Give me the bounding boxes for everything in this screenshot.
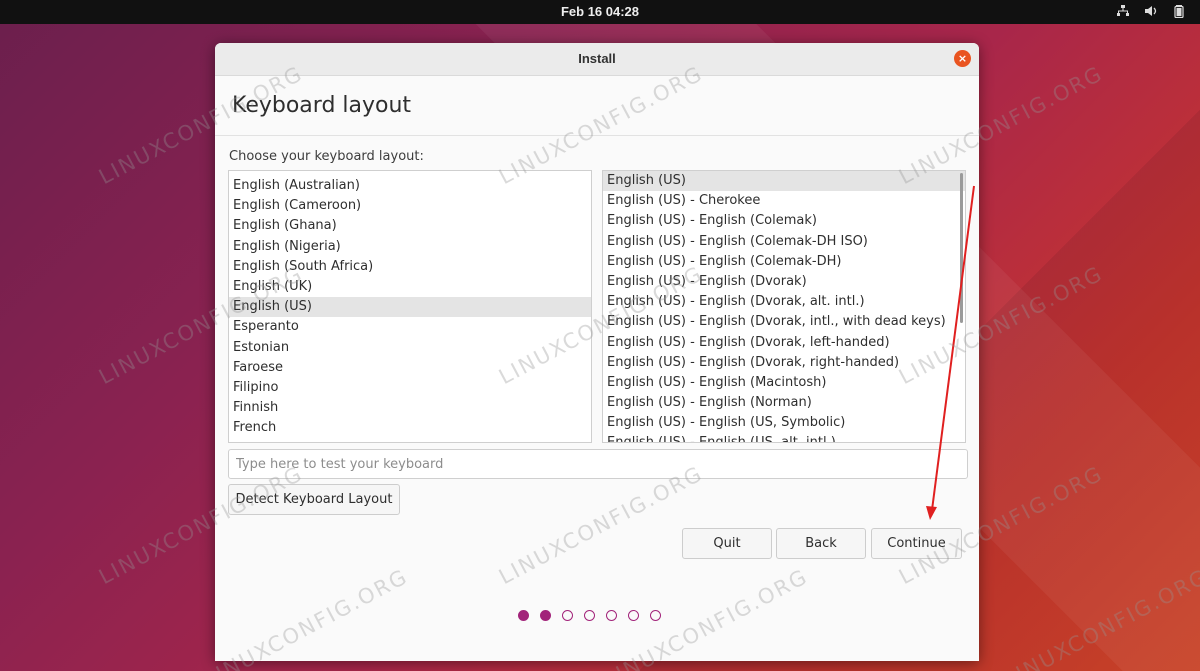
top-bar: Feb 16 04:28: [0, 0, 1200, 24]
page-title: Keyboard layout: [232, 93, 412, 118]
variant-list-item[interactable]: English (US) - English (Dvorak, alt. int…: [603, 292, 965, 312]
quit-button[interactable]: Quit: [682, 528, 772, 559]
variant-list-item[interactable]: English (US) - English (Norman): [603, 393, 965, 413]
layout-list-item[interactable]: English (Cameroon): [229, 196, 591, 216]
variant-list-item[interactable]: English (US) - English (Dvorak, intl., w…: [603, 312, 965, 332]
layout-list-item[interactable]: English (South Africa): [229, 257, 591, 277]
progress-dot: [650, 610, 661, 621]
progress-dot: [584, 610, 595, 621]
layout-list-rows: English (Australian) English (Cameroon) En…: [229, 176, 591, 438]
title-bar[interactable]: Install ×: [215, 43, 979, 76]
detect-layout-button[interactable]: Detect Keyboard Layout: [228, 484, 400, 515]
install-window: Install × Keyboard layout Choose your ke…: [215, 43, 979, 661]
layout-prompt: Choose your keyboard layout:: [229, 149, 424, 164]
progress-dot: [540, 610, 551, 621]
variant-list-item[interactable]: English (US) - English (Dvorak): [603, 272, 965, 292]
watermark-text: LINUXCONFIG.ORG: [1000, 564, 1200, 671]
close-button[interactable]: ×: [954, 50, 971, 67]
variant-list-item[interactable]: English (US) - English (Dvorak, left-han…: [603, 333, 965, 353]
layout-list-item[interactable]: Filipino: [229, 378, 591, 398]
layout-list-item[interactable]: Faroese: [229, 358, 591, 378]
layout-list-item[interactable]: English (UK): [229, 277, 591, 297]
variant-list[interactable]: English (US) English (US) - Cherokee Engli…: [602, 170, 966, 443]
layout-list[interactable]: English (Australian) English (Cameroon) En…: [228, 170, 592, 443]
variant-list-item[interactable]: English (US) - Cherokee: [603, 191, 965, 211]
clock[interactable]: Feb 16 04:28: [0, 4, 1200, 19]
variant-list-item[interactable]: English (US) - English (Colemak-DH): [603, 252, 965, 272]
window-title: Install: [578, 51, 616, 66]
network-icon[interactable]: [1116, 4, 1130, 18]
variant-list-item[interactable]: English (US) - English (Colemak): [603, 211, 965, 231]
variant-list-item[interactable]: English (US): [603, 171, 965, 192]
variant-list-item[interactable]: English (US) - English (Colemak-DH ISO): [603, 232, 965, 252]
progress-dot: [628, 610, 639, 621]
battery-icon[interactable]: [1172, 4, 1186, 18]
back-button[interactable]: Back: [776, 528, 866, 559]
layout-list-item[interactable]: English (Australian): [229, 176, 591, 196]
layout-list-item[interactable]: Finnish: [229, 398, 591, 418]
layout-list-item[interactable]: Estonian: [229, 338, 591, 358]
page-header: Keyboard layout: [215, 76, 979, 136]
continue-button[interactable]: Continue: [871, 528, 962, 559]
variant-list-item[interactable]: English (US) - English (Dvorak, right-ha…: [603, 353, 965, 373]
keyboard-test-input[interactable]: [228, 449, 968, 479]
variant-list-scrollbar[interactable]: [960, 173, 963, 323]
variant-list-rows: English (US) English (US) - Cherokee Engli…: [603, 171, 965, 442]
layout-list-item[interactable]: Esperanto: [229, 317, 591, 337]
volume-icon[interactable]: [1144, 4, 1158, 18]
progress-dot: [606, 610, 617, 621]
layout-list-item[interactable]: English (US): [229, 297, 591, 318]
variant-list-item[interactable]: English (US) - English (Macintosh): [603, 373, 965, 393]
system-tray[interactable]: [1116, 4, 1186, 18]
layout-list-item[interactable]: French: [229, 418, 591, 438]
layout-list-item[interactable]: English (Nigeria): [229, 237, 591, 257]
variant-list-item[interactable]: English (US) - English (US, Symbolic): [603, 413, 965, 433]
progress-dots: [518, 610, 661, 621]
progress-dot: [562, 610, 573, 621]
progress-dot: [518, 610, 529, 621]
variant-list-item[interactable]: English (US) - English (US, alt. intl.): [603, 433, 965, 442]
layout-list-item[interactable]: English (Ghana): [229, 216, 591, 236]
